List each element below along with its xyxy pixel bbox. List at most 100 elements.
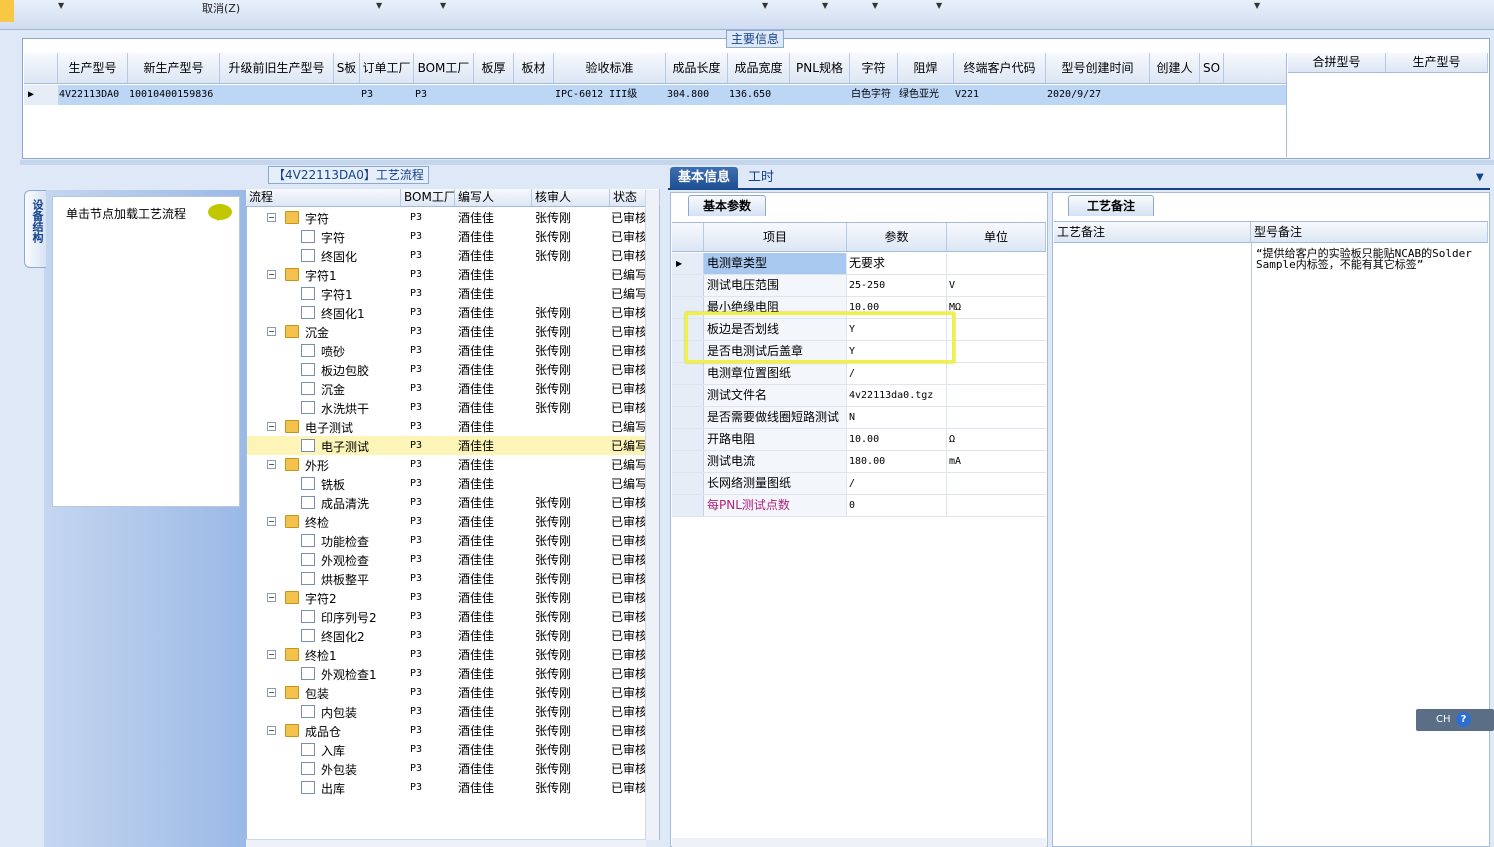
table-cell[interactable]: 10010400159836: [128, 85, 220, 105]
collapse-icon[interactable]: −: [267, 650, 276, 659]
table-cell[interactable]: 绿色亚光: [898, 85, 954, 105]
param-row[interactable]: 电测章位置图纸 /: [672, 363, 1046, 385]
param-value[interactable]: 180.00: [847, 451, 947, 472]
tree-row[interactable]: − 终检 P3 酒佳佳 张传刚 已审核: [247, 512, 645, 531]
tree-node[interactable]: 内包装: [247, 702, 402, 721]
column-header[interactable]: 合拼型号: [1288, 53, 1386, 72]
collapse-icon[interactable]: −: [267, 726, 276, 735]
column-header[interactable]: 成品长度: [666, 53, 728, 83]
tree-node[interactable]: − 电子测试: [247, 417, 402, 436]
cancel-button[interactable]: 取消(Z): [202, 0, 240, 16]
column-header[interactable]: 型号备注: [1251, 222, 1488, 242]
column-header[interactable]: 核审人: [532, 189, 610, 206]
collapse-icon[interactable]: −: [267, 422, 276, 431]
column-header[interactable]: BOM工厂: [401, 189, 455, 206]
tree-node[interactable]: 外观检查1: [247, 664, 402, 683]
tree-row[interactable]: − 字符2 P3 酒佳佳 张传刚 已审核: [247, 588, 645, 607]
tree-node[interactable]: 字符: [247, 227, 402, 246]
tree-row[interactable]: 入库 P3 酒佳佳 张传刚 已审核: [247, 740, 645, 759]
dropdown-arrow-icon[interactable]: ▼: [58, 1, 64, 10]
collapse-icon[interactable]: −: [267, 270, 276, 279]
tree-row[interactable]: 功能检查 P3 酒佳佳 张传刚 已审核: [247, 531, 645, 550]
collapse-icon[interactable]: −: [267, 593, 276, 602]
tree-node[interactable]: 出库: [247, 778, 402, 797]
tab-work-hours[interactable]: 工时: [740, 167, 782, 190]
table-cell[interactable]: 304.800: [666, 85, 728, 105]
column-header[interactable]: 阻焊: [898, 53, 954, 83]
column-header[interactable]: BOM工厂: [414, 53, 474, 83]
params-horizontal-scrollbar[interactable]: [672, 838, 1046, 847]
params-tab[interactable]: 基本参数: [688, 195, 767, 216]
column-header[interactable]: 生产型号: [1386, 53, 1488, 72]
column-header[interactable]: 新生产型号: [128, 53, 220, 83]
tree-node[interactable]: 终固化1: [247, 303, 402, 322]
column-header[interactable]: 单位: [947, 223, 1046, 251]
column-header[interactable]: 生产型号: [58, 53, 128, 83]
tree-row[interactable]: 沉金 P3 酒佳佳 张传刚 已审核: [247, 379, 645, 398]
collapse-icon[interactable]: −: [267, 688, 276, 697]
dropdown-arrow-icon[interactable]: ▼: [936, 1, 942, 10]
tree-node[interactable]: 终固化2: [247, 626, 402, 645]
tree-node[interactable]: 终固化: [247, 246, 402, 265]
tree-row[interactable]: 铣板 P3 酒佳佳 已编写: [247, 474, 645, 493]
table-cell[interactable]: [1200, 85, 1224, 105]
column-header[interactable]: 参数: [847, 223, 947, 251]
tree-row[interactable]: − 字符1 P3 酒佳佳 已编写: [247, 265, 645, 284]
table-cell[interactable]: [790, 85, 850, 105]
tree-node[interactable]: 铣板: [247, 474, 402, 493]
tree-node[interactable]: − 外形: [247, 455, 402, 474]
tree-row[interactable]: − 字符 P3 酒佳佳 张传刚 已审核: [247, 208, 645, 227]
tree-row[interactable]: 成品清洗 P3 酒佳佳 张传刚 已审核: [247, 493, 645, 512]
table-cell[interactable]: [474, 85, 514, 105]
tree-node[interactable]: − 包装: [247, 683, 402, 702]
tab-basic-info[interactable]: 基本信息: [670, 167, 739, 190]
column-header[interactable]: 验收标准: [554, 53, 666, 83]
tree-row[interactable]: − 电子测试 P3 酒佳佳 已编写: [247, 417, 645, 436]
tree-node[interactable]: 外包装: [247, 759, 402, 778]
collapse-icon[interactable]: −: [267, 517, 276, 526]
param-value[interactable]: /: [847, 473, 947, 494]
table-cell[interactable]: [1150, 85, 1200, 105]
param-value[interactable]: N: [847, 407, 947, 428]
column-header[interactable]: SO: [1200, 53, 1224, 83]
tree-row[interactable]: 水洗烘干 P3 酒佳佳 张传刚 已审核: [247, 398, 645, 417]
tree-row[interactable]: 电子测试 P3 酒佳佳 已编写: [247, 436, 645, 455]
param-value[interactable]: 无要求: [847, 253, 947, 274]
tree-row[interactable]: 外观检查 P3 酒佳佳 张传刚 已审核: [247, 550, 645, 569]
tree-row[interactable]: 字符1 P3 酒佳佳 已编写: [247, 284, 645, 303]
notes-tab[interactable]: 工艺备注: [1068, 195, 1155, 216]
tree-vertical-scrollbar[interactable]: [645, 190, 659, 840]
column-header[interactable]: 升级前旧生产型号: [220, 53, 334, 83]
table-cell[interactable]: 2020/9/27: [1046, 85, 1150, 105]
column-header[interactable]: 板厚: [474, 53, 514, 83]
tree-node[interactable]: − 成品仓: [247, 721, 402, 740]
tree-node[interactable]: 喷砂: [247, 341, 402, 360]
tree-row[interactable]: 终固化 P3 酒佳佳 张传刚 已审核: [247, 246, 645, 265]
tree-node[interactable]: − 终检: [247, 512, 402, 531]
tree-node[interactable]: 烘板整平: [247, 569, 402, 588]
table-cell[interactable]: V221: [954, 85, 1046, 105]
tree-node[interactable]: − 字符1: [247, 265, 402, 284]
param-value[interactable]: 10.00: [847, 429, 947, 450]
collapse-icon[interactable]: −: [267, 327, 276, 336]
tree-row[interactable]: − 外形 P3 酒佳佳 已编写: [247, 455, 645, 474]
column-header[interactable]: 流程: [246, 189, 401, 206]
param-value[interactable]: 25-250: [847, 275, 947, 296]
param-row[interactable]: 测试文件名 4v22113da0.tgz: [672, 385, 1046, 407]
tab-equipment-structure[interactable]: 设备结构: [24, 190, 46, 268]
tree-node[interactable]: 外观检查: [247, 550, 402, 569]
collapse-icon[interactable]: −: [267, 213, 276, 222]
tree-node[interactable]: 水洗烘干: [247, 398, 402, 417]
tree-row[interactable]: 外包装 P3 酒佳佳 张传刚 已审核: [247, 759, 645, 778]
tree-node[interactable]: 成品清洗: [247, 493, 402, 512]
table-cell[interactable]: 136.650: [728, 85, 790, 105]
table-cell[interactable]: P3: [360, 85, 414, 105]
tree-node[interactable]: 字符1: [247, 284, 402, 303]
column-header[interactable]: S板: [334, 53, 360, 83]
ime-toolbar[interactable]: CH ?: [1416, 709, 1494, 731]
tree-row[interactable]: − 终检1 P3 酒佳佳 张传刚 已审核: [247, 645, 645, 664]
tree-node[interactable]: − 字符2: [247, 588, 402, 607]
dropdown-arrow-icon[interactable]: ▼: [1254, 1, 1260, 10]
dropdown-arrow-icon[interactable]: ▼: [762, 1, 768, 10]
table-row[interactable]: ▶ 4V22113DA0 10010400159836 P3 P3 IPC-6012 II…: [24, 85, 1286, 105]
